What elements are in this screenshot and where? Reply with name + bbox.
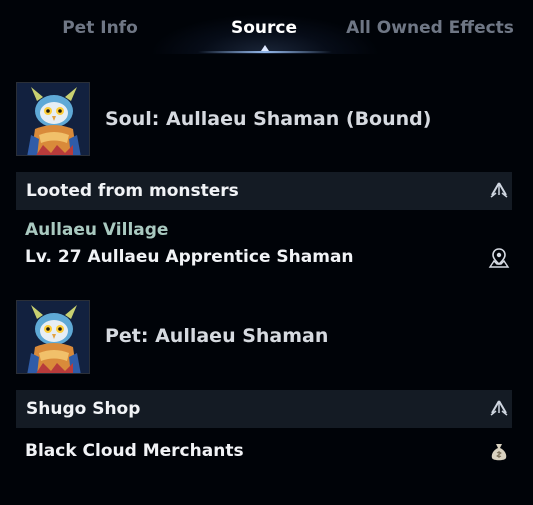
active-tab-marker (261, 45, 269, 51)
source-name[interactable]: Black Cloud Merchants (25, 441, 244, 461)
tab-bar: Pet Info Source All Owned Effects (0, 0, 533, 54)
expand-arrow-icon[interactable] (488, 398, 510, 420)
region-name: Aullaeu Village (25, 220, 169, 240)
source-name[interactable]: Lv. 27 Aullaeu Apprentice Shaman (25, 247, 354, 267)
owl-shaman-portrait-icon[interactable] (16, 82, 90, 156)
tab-pet-info[interactable]: Pet Info (40, 16, 160, 40)
source-type-bar[interactable]: Looted from monsters (16, 172, 512, 210)
expand-arrow-icon[interactable] (488, 180, 510, 202)
tab-source[interactable]: Source (204, 16, 324, 40)
money-bag-icon[interactable] (488, 441, 510, 463)
tab-all-owned-effects[interactable]: All Owned Effects (344, 16, 516, 40)
map-location-icon[interactable] (488, 247, 510, 269)
source-type-bar[interactable]: Shugo Shop (16, 390, 512, 428)
owl-shaman-portrait-icon[interactable] (16, 300, 90, 374)
source-type-label: Shugo Shop (26, 399, 141, 419)
source-type-label: Looted from monsters (26, 181, 239, 201)
active-tab-underline (198, 51, 332, 53)
item-title: Pet: Aullaeu Shaman (105, 325, 329, 347)
item-title: Soul: Aullaeu Shaman (Bound) (105, 108, 432, 130)
